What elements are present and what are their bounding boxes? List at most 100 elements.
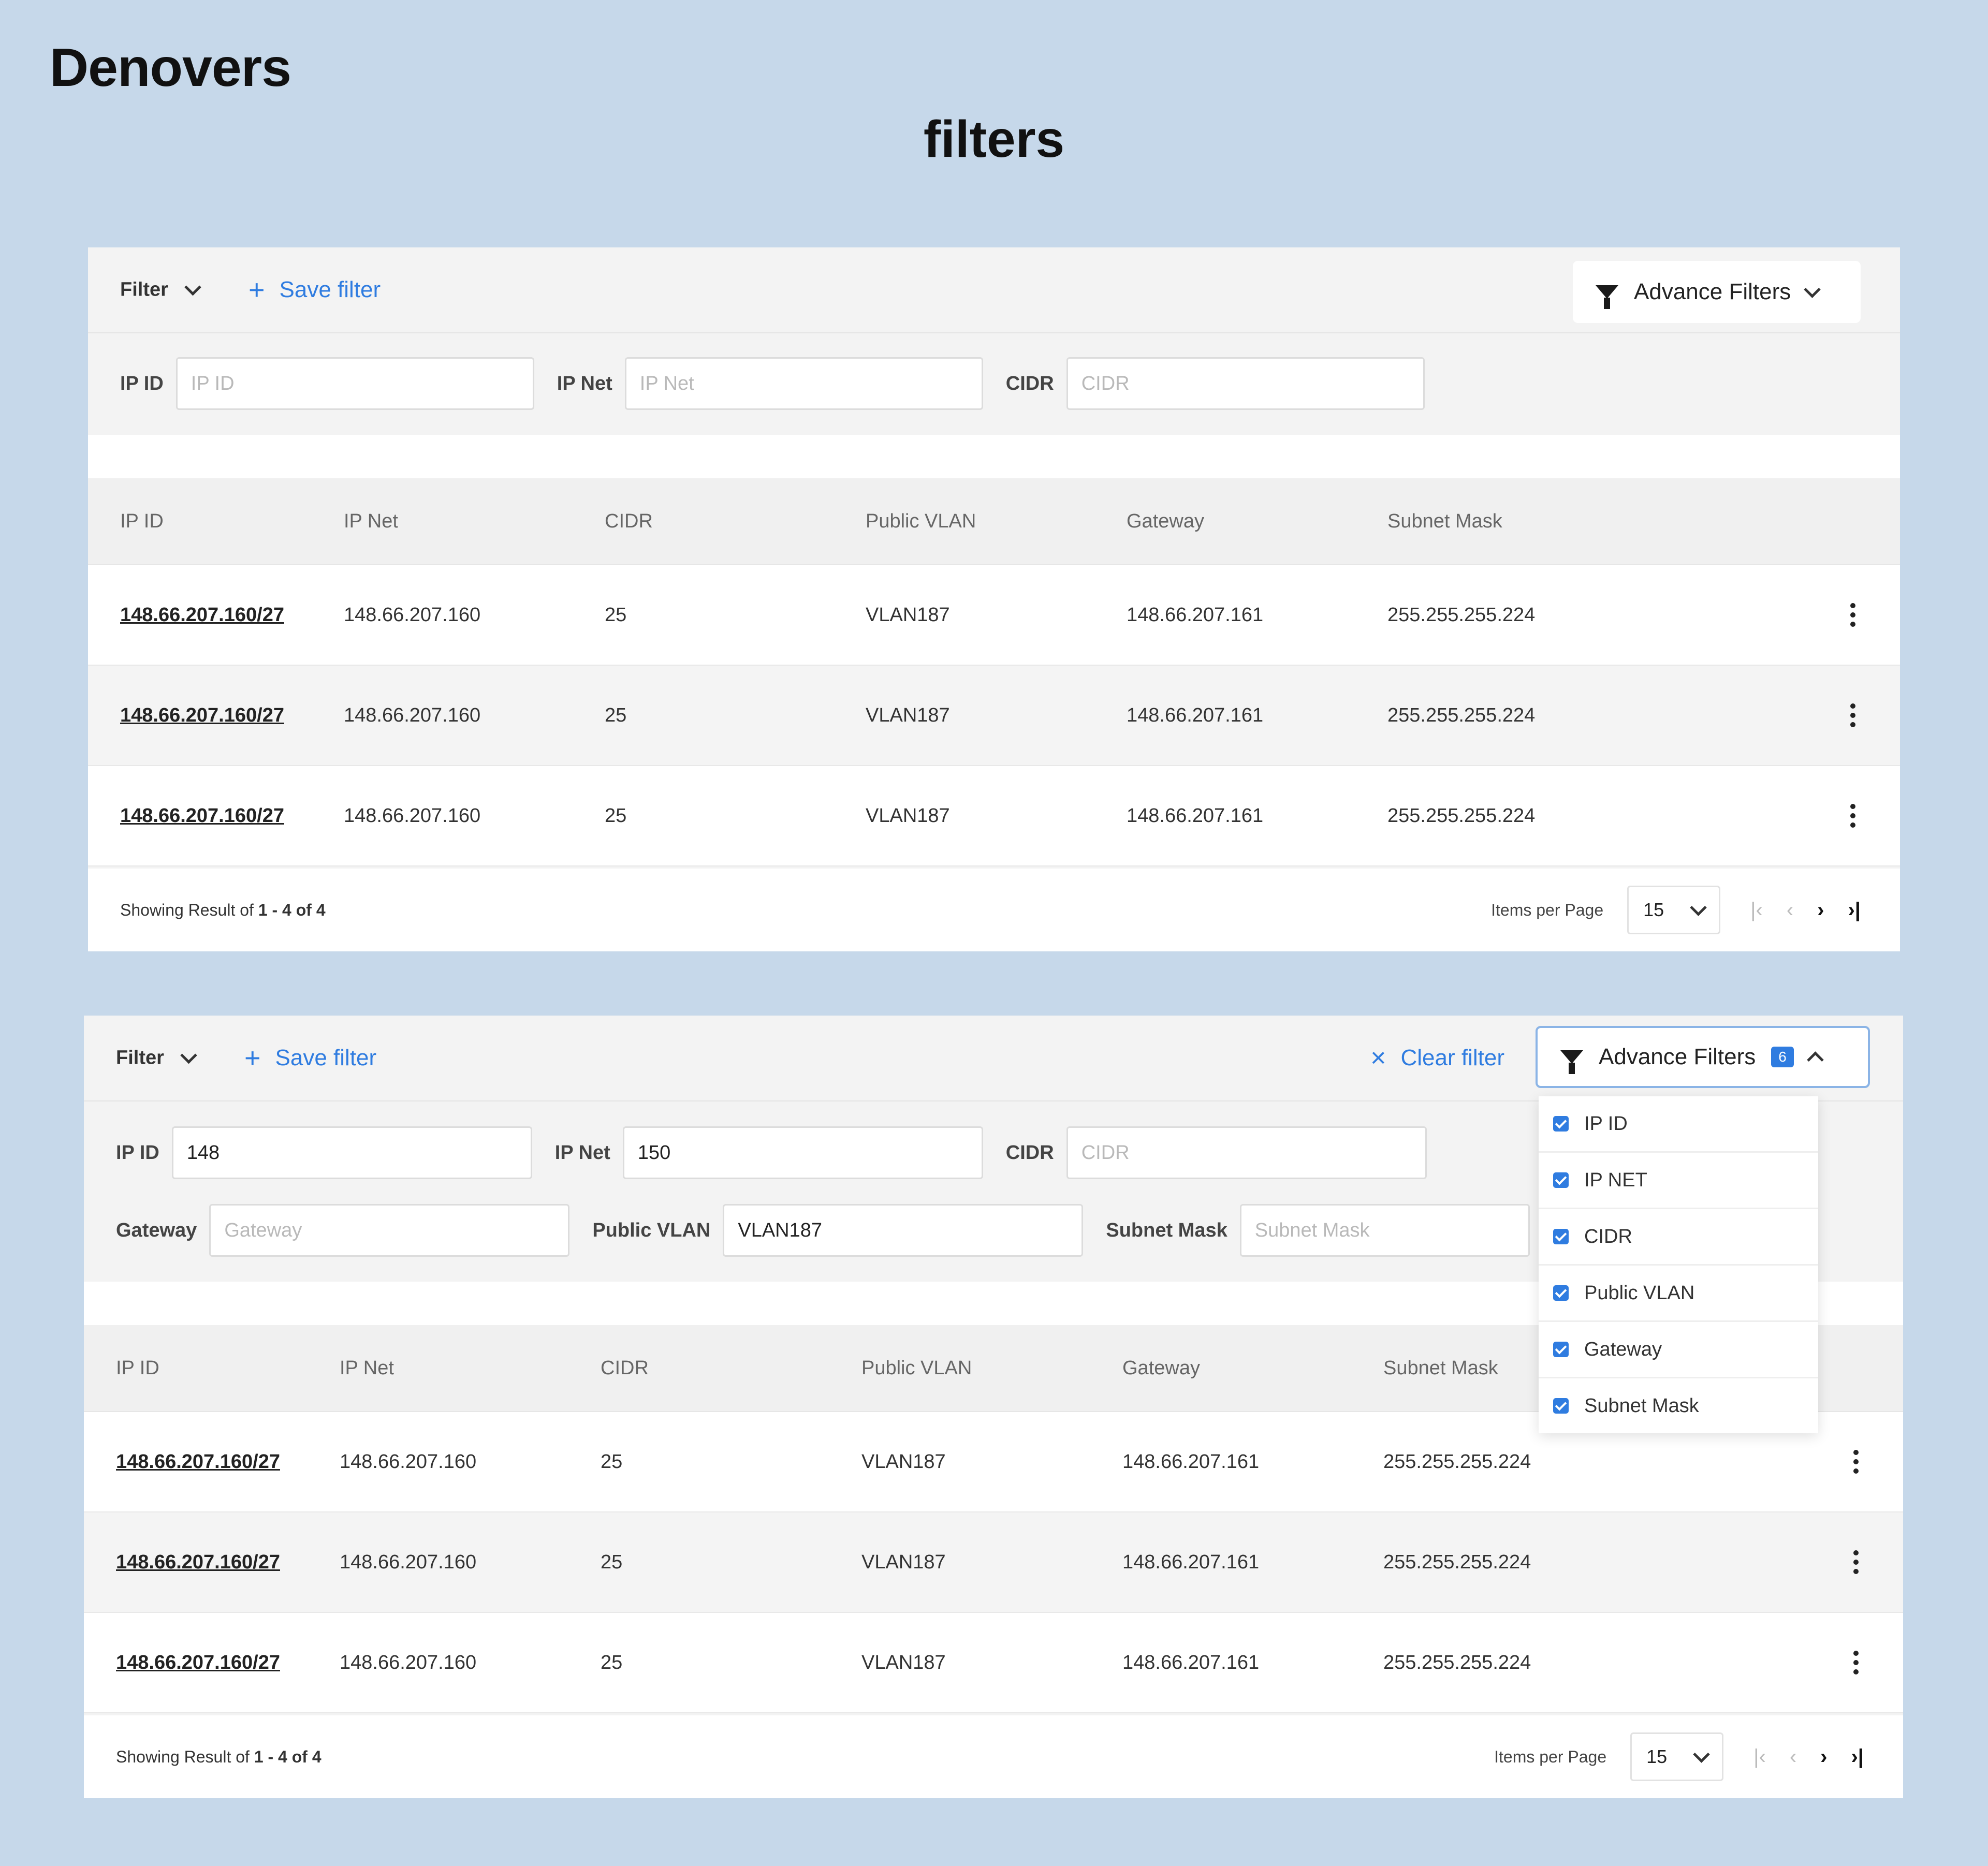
result-count: Showing Result of 1 - 4 of 4 bbox=[116, 1747, 321, 1767]
ip-id-link[interactable]: 148.66.207.160/27 bbox=[116, 1451, 280, 1473]
dropdown-item-public-vlan[interactable]: Public VLAN bbox=[1539, 1266, 1818, 1322]
checkbox-checked-icon[interactable] bbox=[1553, 1229, 1569, 1244]
col-cidr[interactable]: CIDR bbox=[605, 510, 866, 533]
ip-id-link[interactable]: 148.66.207.160/27 bbox=[120, 704, 284, 726]
dropdown-item-label: CIDR bbox=[1584, 1225, 1632, 1247]
dropdown-item-subnet-mask[interactable]: Subnet Mask bbox=[1539, 1378, 1818, 1433]
dropdown-item-ip-net[interactable]: IP NET bbox=[1539, 1153, 1818, 1209]
save-filter-button[interactable]: + Save filter bbox=[244, 1044, 376, 1072]
ip-net-input[interactable] bbox=[622, 1126, 983, 1179]
items-per-page-label: Items per Page bbox=[1494, 1747, 1607, 1766]
funnel-icon bbox=[1560, 1050, 1583, 1074]
funnel-icon bbox=[1596, 285, 1618, 309]
dropdown-item-ip-id[interactable]: IP ID bbox=[1539, 1096, 1818, 1153]
col-cidr[interactable]: CIDR bbox=[601, 1357, 861, 1379]
ip-net-cell: 148.66.207.160 bbox=[340, 1450, 477, 1473]
chevron-up-icon bbox=[1807, 1051, 1824, 1068]
subnet-mask-cell: 255.255.255.224 bbox=[1383, 1651, 1531, 1673]
subnet-mask-cell: 255.255.255.224 bbox=[1387, 604, 1536, 626]
save-filter-label: Save filter bbox=[279, 277, 381, 302]
first-page-icon[interactable]: |‹ bbox=[1750, 899, 1763, 922]
more-actions-icon[interactable] bbox=[1850, 603, 1855, 627]
plus-icon: + bbox=[248, 274, 265, 305]
public-vlan-cell: VLAN187 bbox=[861, 1651, 946, 1673]
chevron-down-icon bbox=[1693, 1745, 1710, 1763]
dropdown-item-label: IP NET bbox=[1584, 1169, 1647, 1191]
public-vlan-cell: VLAN187 bbox=[866, 804, 950, 827]
cidr-cell: 25 bbox=[605, 804, 627, 827]
prev-page-icon[interactable]: ‹ bbox=[1787, 899, 1793, 922]
ip-id-input[interactable] bbox=[176, 357, 534, 410]
checkbox-checked-icon[interactable] bbox=[1553, 1116, 1569, 1132]
ip-id-label: IP ID bbox=[120, 372, 164, 394]
checkbox-checked-icon[interactable] bbox=[1553, 1342, 1569, 1357]
ip-net-cell: 148.66.207.160 bbox=[344, 704, 481, 726]
cidr-input[interactable] bbox=[1066, 357, 1425, 410]
dropdown-item-gateway[interactable]: Gateway bbox=[1539, 1322, 1818, 1378]
checkbox-checked-icon[interactable] bbox=[1553, 1398, 1569, 1414]
ip-id-link[interactable]: 148.66.207.160/27 bbox=[116, 1551, 280, 1573]
more-actions-icon[interactable] bbox=[1850, 703, 1855, 727]
cidr-input[interactable] bbox=[1066, 1126, 1427, 1179]
col-public-vlan[interactable]: Public VLAN bbox=[866, 510, 1127, 533]
clear-filter-button[interactable]: × Clear filter bbox=[1370, 1045, 1504, 1071]
table-row: 148.66.207.160/27 148.66.207.160 25 VLAN… bbox=[88, 766, 1900, 866]
result-count-range: 1 - 4 of 4 bbox=[258, 900, 326, 919]
last-page-icon[interactable]: ›| bbox=[1848, 899, 1861, 922]
col-gateway[interactable]: Gateway bbox=[1127, 510, 1387, 533]
advance-filters-button[interactable]: Advance Filters bbox=[1573, 261, 1861, 323]
col-gateway[interactable]: Gateway bbox=[1122, 1357, 1383, 1379]
col-ip-id[interactable]: IP ID bbox=[88, 510, 344, 533]
gateway-input[interactable] bbox=[209, 1204, 570, 1257]
ip-id-label: IP ID bbox=[116, 1141, 159, 1164]
filter-panel-collapsed: Filter + Save filter Advance Filters IP … bbox=[88, 247, 1900, 951]
col-ip-id[interactable]: IP ID bbox=[84, 1357, 340, 1379]
advance-filters-button[interactable]: Advance Filters 6 bbox=[1536, 1026, 1870, 1088]
public-vlan-input[interactable] bbox=[723, 1204, 1084, 1257]
dropdown-item-cidr[interactable]: CIDR bbox=[1539, 1209, 1818, 1266]
col-ip-net[interactable]: IP Net bbox=[344, 510, 605, 533]
items-per-page-select[interactable]: 15 bbox=[1630, 1732, 1724, 1781]
brand-logo: Denovers bbox=[50, 38, 291, 98]
next-page-icon[interactable]: › bbox=[1817, 899, 1824, 922]
public-vlan-label: Public VLAN bbox=[592, 1219, 711, 1241]
next-page-icon[interactable]: › bbox=[1820, 1745, 1827, 1769]
col-ip-net[interactable]: IP Net bbox=[340, 1357, 601, 1379]
checkbox-checked-icon[interactable] bbox=[1553, 1172, 1569, 1188]
ip-id-link[interactable]: 148.66.207.160/27 bbox=[120, 805, 284, 827]
ip-net-input[interactable] bbox=[624, 357, 983, 410]
ip-id-link[interactable]: 148.66.207.160/27 bbox=[116, 1652, 280, 1673]
ip-id-input[interactable] bbox=[171, 1126, 532, 1179]
chevron-down-icon bbox=[180, 1047, 197, 1064]
ip-id-link[interactable]: 148.66.207.160/27 bbox=[120, 604, 284, 626]
gateway-label: Gateway bbox=[116, 1219, 197, 1241]
more-actions-icon[interactable] bbox=[1853, 1450, 1859, 1474]
pagination: |‹ ‹ › ›| bbox=[1753, 1745, 1864, 1769]
subnet-mask-cell: 255.255.255.224 bbox=[1387, 804, 1536, 827]
plus-icon: + bbox=[244, 1042, 261, 1074]
table-footer: Showing Result of 1 - 4 of 4 Items per P… bbox=[88, 869, 1900, 951]
prev-page-icon[interactable]: ‹ bbox=[1790, 1745, 1796, 1769]
ip-net-cell: 148.66.207.160 bbox=[340, 1651, 477, 1673]
subnet-mask-cell: 255.255.255.224 bbox=[1383, 1450, 1531, 1473]
cidr-label: CIDR bbox=[1005, 1141, 1054, 1164]
col-public-vlan[interactable]: Public VLAN bbox=[861, 1357, 1122, 1379]
filter-fields-row-1: IP ID IP Net CIDR bbox=[116, 1126, 1427, 1179]
items-per-page-select[interactable]: 15 bbox=[1627, 886, 1721, 934]
filter-fields-row-2: Gateway Public VLAN Subnet Mask bbox=[116, 1204, 1530, 1257]
filter-dropdown[interactable]: Filter bbox=[116, 1047, 197, 1069]
last-page-icon[interactable]: ›| bbox=[1851, 1745, 1864, 1769]
advance-filters-label: Advance Filters bbox=[1634, 279, 1791, 304]
save-filter-label: Save filter bbox=[275, 1045, 377, 1070]
more-actions-icon[interactable] bbox=[1853, 1550, 1859, 1574]
checkbox-checked-icon[interactable] bbox=[1553, 1285, 1569, 1301]
more-actions-icon[interactable] bbox=[1853, 1651, 1859, 1674]
save-filter-button[interactable]: + Save filter bbox=[248, 276, 381, 304]
more-actions-icon[interactable] bbox=[1850, 804, 1855, 828]
col-subnet-mask[interactable]: Subnet Mask bbox=[1387, 510, 1648, 533]
advance-filters-label: Advance Filters bbox=[1599, 1044, 1756, 1069]
first-page-icon[interactable]: |‹ bbox=[1753, 1745, 1766, 1769]
subnet-mask-input[interactable] bbox=[1239, 1204, 1530, 1257]
filter-dropdown[interactable]: Filter bbox=[120, 279, 201, 301]
toolbar: Filter + Save filter × Clear filter Adva… bbox=[84, 1016, 1903, 1101]
